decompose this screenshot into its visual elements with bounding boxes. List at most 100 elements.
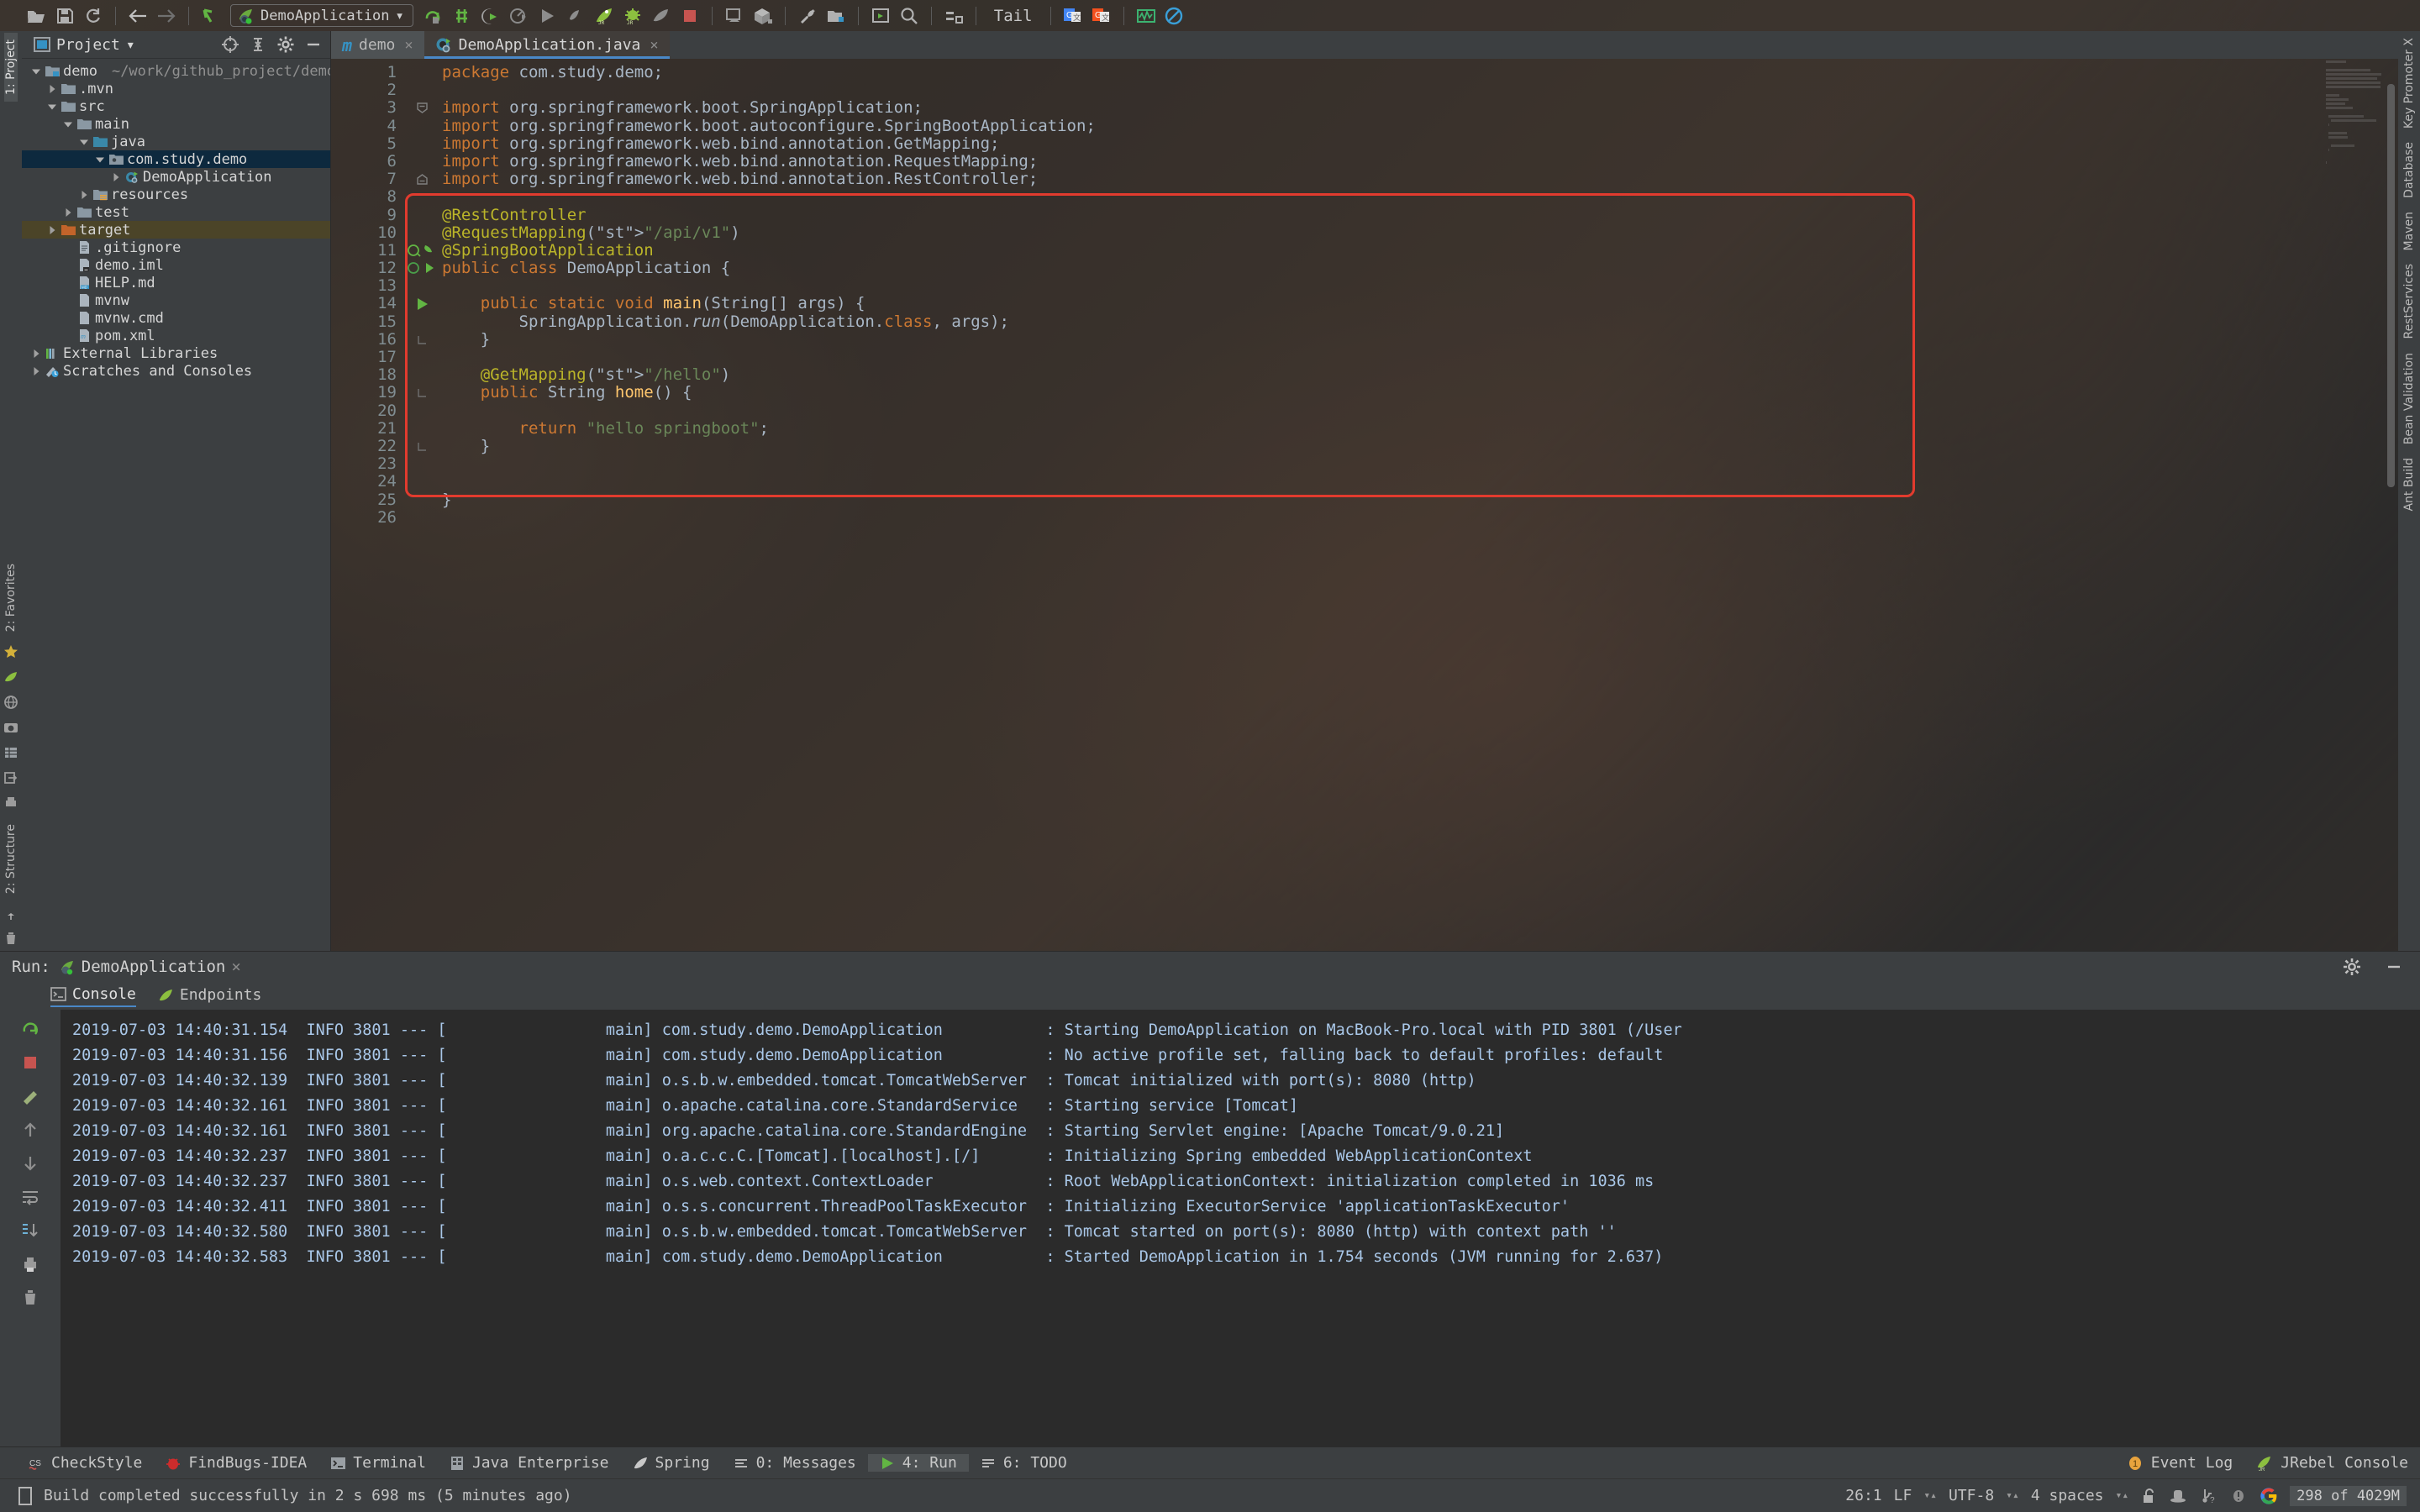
web-icon[interactable] (2, 692, 20, 712)
chevron-right-icon[interactable] (30, 348, 42, 360)
project-tree[interactable]: demo~/work/github_project/demo.mvnsrcmai… (22, 59, 330, 951)
bottom-item-event-log[interactable]: 1 Event Log (2115, 1454, 2245, 1472)
git-branch-icon[interactable]: ? (2199, 1487, 2217, 1505)
profile-icon[interactable] (504, 3, 533, 29)
stop-gray-icon[interactable] (561, 3, 590, 29)
run-dashboard-icon[interactable] (866, 3, 895, 29)
up-icon[interactable] (18, 1117, 43, 1142)
tree-node-demo-iml[interactable]: demo.iml (22, 256, 330, 274)
updown-icon-2[interactable]: ▾▴ (2006, 1489, 2019, 1502)
bottom-item-checkstyle[interactable]: CS CheckStyle (17, 1454, 154, 1472)
tree-node-resources[interactable]: resources (22, 186, 330, 203)
jrebel-rocket-icon[interactable]: JR (590, 3, 618, 29)
minimize-icon[interactable] (2380, 954, 2408, 979)
editor-tab-demo[interactable]: m demo × (331, 31, 424, 59)
jrebel-icon[interactable] (2, 667, 20, 687)
tree-node-com-study-demo[interactable]: com.study.demo (22, 150, 330, 168)
target-icon[interactable] (220, 34, 240, 55)
no-entry-icon[interactable] (1160, 3, 1189, 29)
updown-icon[interactable]: ▾▴ (1923, 1489, 1937, 1502)
down-icon[interactable] (18, 1151, 43, 1176)
chevron-down-icon[interactable] (46, 101, 58, 113)
tree-node-src[interactable]: src (22, 97, 330, 115)
structure-toolbar-icon[interactable] (939, 3, 968, 29)
sidebar-tab-database[interactable]: Database (2402, 135, 2416, 205)
project-structure-icon[interactable] (822, 3, 850, 29)
google-translate-orange-icon[interactable]: G文 (1087, 3, 1116, 29)
chevron-down-icon[interactable] (30, 66, 42, 77)
code-editor[interactable]: 1234567891011121314151617181920212223242… (331, 59, 2398, 951)
tail-plugin-label[interactable]: Tail (984, 7, 1043, 25)
tree-node-gitignore[interactable]: .gitignore (22, 239, 330, 256)
chevron-down-icon[interactable] (94, 154, 106, 165)
caret-position[interactable]: 26:1 (1845, 1487, 1881, 1504)
tab-endpoints[interactable]: Endpoints (158, 986, 262, 1006)
scroll-to-end-icon[interactable] (18, 1218, 43, 1243)
debug-with-coverage-icon[interactable] (476, 3, 504, 29)
gear-icon[interactable] (2338, 954, 2366, 979)
code-text[interactable]: package com.study.demo; import org.sprin… (439, 59, 2398, 951)
bottom-item-messages[interactable]: 0: Messages (722, 1454, 868, 1472)
bottom-item-run[interactable]: 4: Run (868, 1454, 969, 1472)
sidebar-tab-key-promoter[interactable]: Key Promoter X (2402, 31, 2416, 135)
printer-icon[interactable] (2, 793, 20, 813)
open-folder-icon[interactable] (22, 3, 50, 29)
tree-node-demo[interactable]: demo~/work/github_project/demo (22, 62, 330, 80)
export-icon[interactable] (2, 768, 20, 788)
tree-node-pom-xml[interactable]: mpom.xml (22, 327, 330, 344)
search-everywhere-icon[interactable] (895, 3, 923, 29)
revert-icon[interactable] (197, 3, 225, 29)
chevron-down-icon[interactable]: ▾ (396, 8, 404, 24)
save-icon[interactable] (50, 3, 79, 29)
fold-marker-icon-4[interactable] (405, 384, 439, 402)
file-encoding[interactable]: UTF-8 (1949, 1487, 1994, 1504)
print-icon[interactable] (18, 1252, 43, 1277)
close-icon[interactable]: × (404, 37, 413, 54)
trash-icon[interactable] (18, 1285, 43, 1310)
tree-node-mvnw-cmd[interactable]: mvnw.cmd (22, 309, 330, 327)
run-icon[interactable] (533, 3, 561, 29)
soft-wrap-icon[interactable] (18, 1184, 43, 1210)
console-output[interactable]: 2019-07-03 14:40:31.154 INFO 3801 --- [ … (60, 1010, 2420, 1446)
activity-monitor-icon[interactable] (1132, 3, 1160, 29)
tree-node-external-libraries[interactable]: External Libraries (22, 344, 330, 362)
bottom-item-spring[interactable]: Spring (621, 1454, 722, 1472)
close-icon[interactable]: × (650, 37, 658, 54)
chevron-down-icon[interactable] (78, 136, 90, 148)
chevron-right-icon[interactable] (62, 207, 74, 218)
rerun-icon[interactable] (18, 1016, 43, 1042)
jrebel-run-icon[interactable] (647, 3, 676, 29)
sidebar-tab-maven[interactable]: Maven (2402, 205, 2416, 257)
tree-node-scratches-and-consoles[interactable]: Scratches and Consoles (22, 362, 330, 380)
run-class-gutter-icon[interactable] (405, 260, 439, 277)
hide-panel-icon[interactable] (303, 34, 324, 55)
close-icon[interactable]: × (231, 958, 240, 976)
sidebar-tab-favorites[interactable]: 2: Favorites (4, 557, 18, 638)
gear-icon[interactable] (276, 34, 296, 55)
sidebar-tab-project[interactable]: 1: Project (4, 33, 18, 102)
chevron-down-icon[interactable] (62, 118, 74, 130)
settings-wrench-icon[interactable] (793, 3, 822, 29)
camera-icon[interactable] (2, 717, 20, 738)
tree-node-mvn[interactable]: .mvn (22, 80, 330, 97)
indent-setting[interactable]: 4 spaces (2031, 1487, 2104, 1504)
sidebar-tab-structure[interactable]: 2: Structure (4, 817, 18, 900)
bottom-item-todo[interactable]: 6: TODO (969, 1454, 1079, 1472)
stop-icon[interactable] (18, 1050, 43, 1075)
run-configuration-selector[interactable]: DemoApplication ▾ (230, 4, 413, 27)
run-tab-demoapplication[interactable]: DemoApplication × (59, 958, 241, 976)
spring-bean-gutter-icon[interactable] (405, 242, 439, 260)
fold-marker-icon-5[interactable] (405, 438, 439, 455)
collapse-all-icon[interactable] (248, 34, 268, 55)
tree-node-test[interactable]: test (22, 203, 330, 221)
stop-red-icon[interactable] (676, 3, 704, 29)
tree-node-main[interactable]: main (22, 115, 330, 133)
memory-indicator[interactable]: 298 of 4029M (2290, 1486, 2407, 1506)
fold-marker-icon-2[interactable] (405, 171, 439, 188)
forward-arrow-icon[interactable] (152, 3, 181, 29)
sidebar-tab-bean-validation[interactable]: Bean Validation (2402, 346, 2416, 451)
chevron-right-icon[interactable] (46, 224, 58, 236)
back-arrow-icon[interactable] (124, 3, 152, 29)
editor-tab-demoapplication[interactable]: DemoApplication.java × (424, 31, 670, 59)
chevron-down-icon[interactable]: ▾ (126, 36, 135, 54)
